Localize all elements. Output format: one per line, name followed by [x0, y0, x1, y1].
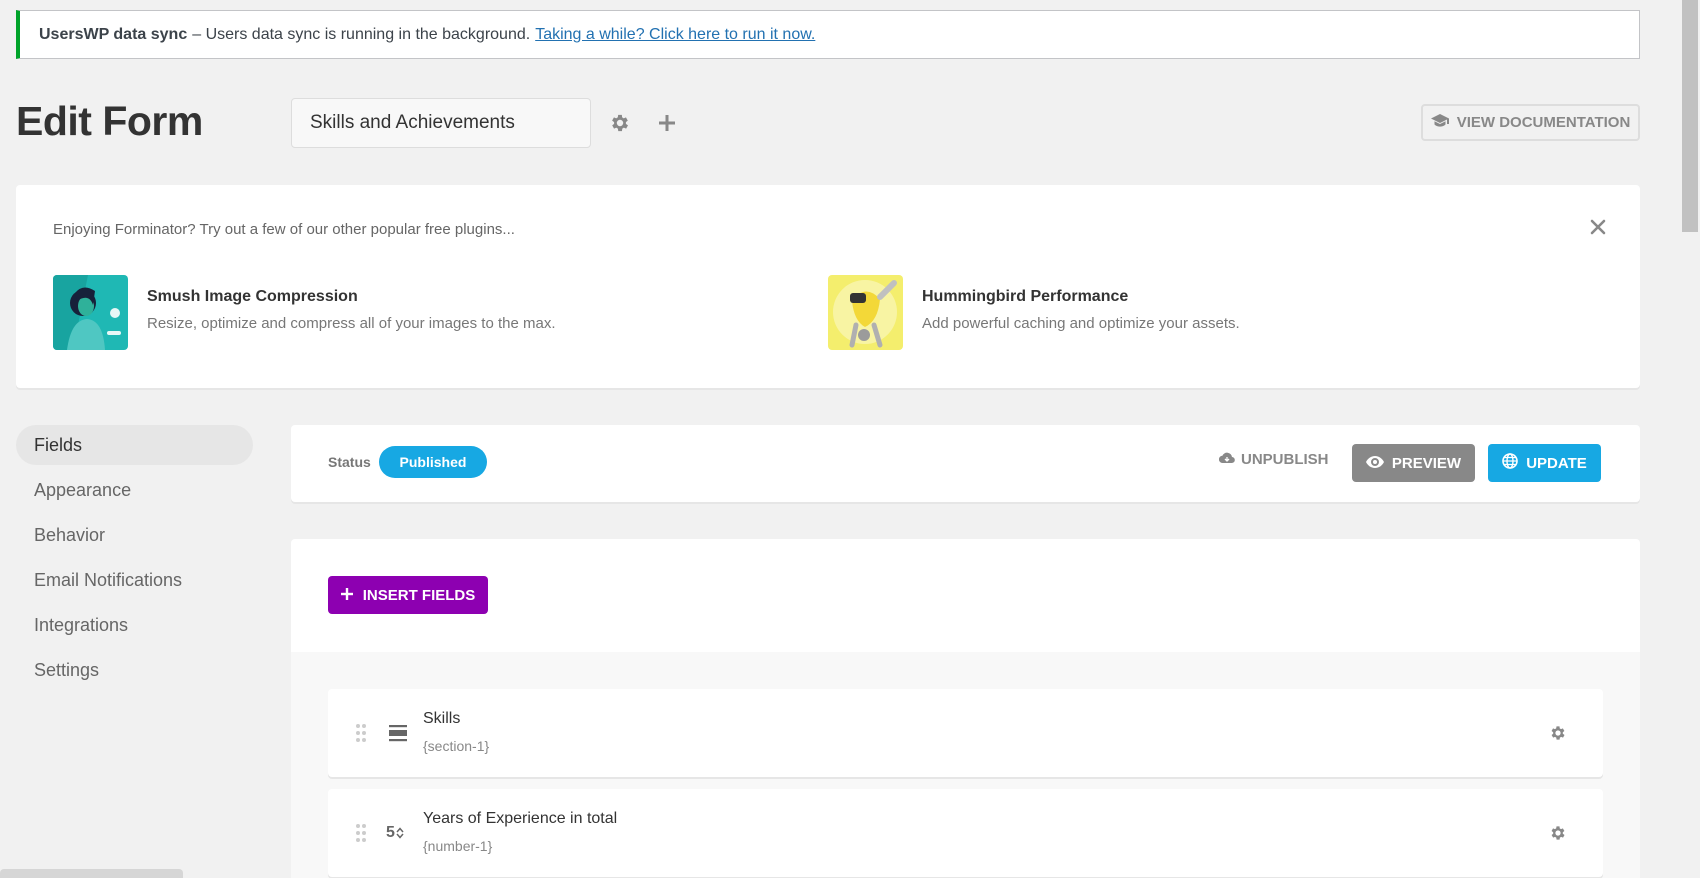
status-bar: Status Published UNPUBLISH PREVIEW UPDAT… [291, 425, 1640, 502]
field-row[interactable]: Skills {section-1} [328, 689, 1603, 777]
vertical-scrollbar-thumb[interactable] [1682, 0, 1698, 232]
field-id: {section-1} [423, 738, 490, 754]
section-icon [386, 723, 410, 743]
data-sync-notice: UsersWP data sync – Users data sync is r… [16, 10, 1640, 59]
sidebar-item-appearance[interactable]: Appearance [16, 470, 253, 510]
graduation-cap-icon [1430, 113, 1449, 132]
gear-icon[interactable] [1549, 724, 1567, 742]
cloud-icon [1218, 451, 1235, 468]
gear-icon[interactable] [609, 112, 631, 134]
field-id: {number-1} [423, 838, 493, 854]
smush-logo [53, 275, 128, 350]
fields-list: Skills {section-1} 5 Years of Experience… [291, 652, 1640, 878]
builder-header: INSERT FIELDS [291, 539, 1640, 652]
unpublish-label: UNPUBLISH [1241, 451, 1329, 468]
notice-title: UsersWP data sync [39, 25, 188, 43]
status-label: Status [328, 454, 371, 470]
plugins-promo-panel: Enjoying Forminator? Try out a few of ou… [16, 185, 1640, 388]
eye-icon [1365, 455, 1384, 472]
field-label: Years of Experience in total [423, 810, 618, 827]
form-builder: INSERT FIELDS Skills {section-1} 5 Years… [291, 539, 1640, 878]
promo-intro: Enjoying Forminator? Try out a few of ou… [53, 221, 515, 238]
update-label: UPDATE [1526, 454, 1587, 472]
plus-icon[interactable] [656, 112, 678, 134]
status-badge: Published [379, 446, 487, 478]
page-title: Edit Form [16, 98, 203, 144]
plugin-description: Add powerful caching and optimize your a… [922, 315, 1240, 332]
unpublish-button[interactable]: UNPUBLISH [1218, 451, 1329, 468]
view-documentation-label: VIEW DOCUMENTATION [1456, 114, 1631, 131]
form-name-input[interactable] [291, 98, 591, 148]
plugin-card-hummingbird[interactable]: Hummingbird Performance Add powerful cac… [828, 275, 1240, 350]
view-documentation-button[interactable]: VIEW DOCUMENTATION [1421, 104, 1640, 141]
number-icon: 5 [386, 823, 410, 843]
preview-label: PREVIEW [1391, 454, 1462, 472]
insert-fields-label: INSERT FIELDS [362, 586, 476, 604]
sidebar-item-fields[interactable]: Fields [16, 425, 253, 465]
field-label: Skills [423, 710, 461, 727]
number-glyph: 5 [386, 824, 395, 841]
horizontal-scrollbar-thumb[interactable] [0, 869, 183, 878]
drag-handle-icon[interactable] [355, 723, 367, 743]
form-settings-nav: Fields Appearance Behavior Email Notific… [16, 425, 253, 695]
globe-icon [1502, 453, 1519, 473]
close-icon[interactable] [1586, 215, 1610, 239]
plugin-card-smush[interactable]: Smush Image Compression Resize, optimize… [53, 275, 556, 350]
plugin-description: Resize, optimize and compress all of you… [147, 315, 556, 332]
gear-icon[interactable] [1549, 824, 1567, 842]
vertical-scrollbar[interactable] [1680, 0, 1700, 878]
sidebar-item-email-notifications[interactable]: Email Notifications [16, 560, 253, 600]
preview-button[interactable]: PREVIEW [1352, 444, 1475, 482]
field-row[interactable]: 5 Years of Experience in total {number-1… [328, 789, 1603, 877]
insert-fields-button[interactable]: INSERT FIELDS [328, 576, 488, 614]
notice-run-now-link[interactable]: Taking a while? Click here to run it now… [535, 26, 815, 44]
sidebar-item-settings[interactable]: Settings [16, 650, 253, 690]
plugin-name: Hummingbird Performance [922, 288, 1129, 305]
sidebar-item-integrations[interactable]: Integrations [16, 605, 253, 645]
sidebar-item-behavior[interactable]: Behavior [16, 515, 253, 555]
drag-handle-icon[interactable] [355, 823, 367, 843]
update-button[interactable]: UPDATE [1488, 444, 1601, 482]
plugin-name: Smush Image Compression [147, 288, 358, 305]
hummingbird-logo [828, 275, 903, 350]
notice-text: – Users data sync is running in the back… [192, 25, 531, 43]
plus-icon [340, 587, 353, 604]
